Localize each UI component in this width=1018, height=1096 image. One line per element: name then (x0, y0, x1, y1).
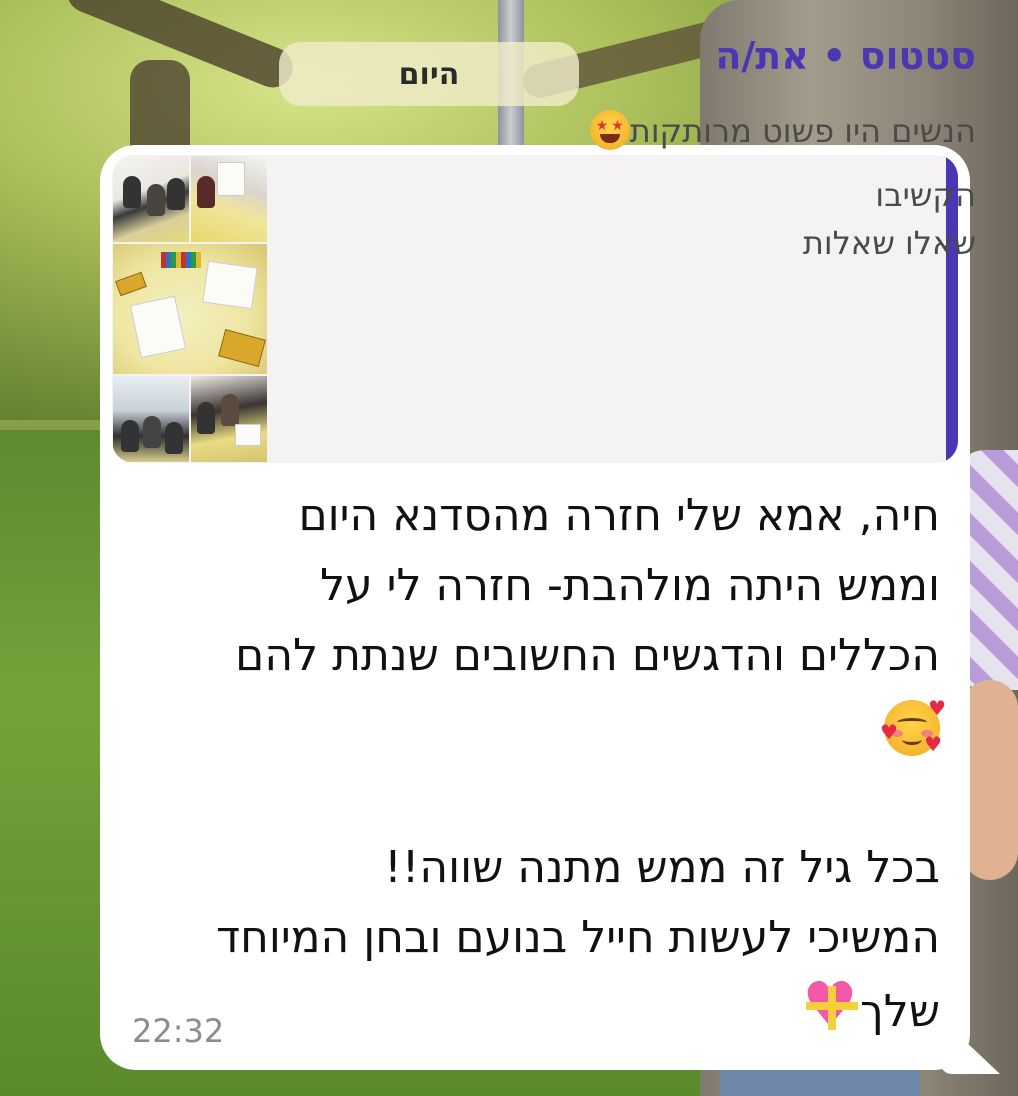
quoted-status-line: הקשיבו (875, 176, 976, 214)
collage-photo (190, 155, 268, 243)
quoted-status-title: סטטוס • את/ה (715, 34, 976, 78)
collage-photo (190, 375, 268, 463)
collage-photo (112, 375, 190, 463)
status-photo-collage[interactable] (112, 155, 268, 463)
message-timestamp: 22:32 (132, 1012, 225, 1050)
message-text-line: בכל גיל זה ממש מתנה שווה!! (384, 842, 940, 893)
message-text-line: חיה, אמא שלי חזרה מהסדנא היום (298, 490, 940, 541)
quoted-status-reply[interactable] (112, 155, 958, 463)
message-emoji-line: ♥ ♥ ♥ (880, 696, 946, 757)
message-text-line: שלך♥ (802, 974, 940, 1038)
message-text-line: המשיכי לעשות חייל בנועם ובחן המיוחד (216, 912, 940, 963)
message-text-line: וממש היתה מולהבת- חזרה לי על (320, 560, 940, 611)
quoted-status-line: שאלו שאלות (802, 224, 976, 262)
message-text-line: הכללים והדגשים החשובים שנתת להם (235, 630, 940, 681)
quoted-status-line: הנשים היו פשוט מרותקות ★ ★ (584, 110, 976, 150)
collage-photo (112, 243, 268, 375)
date-separator: היום (279, 42, 579, 106)
heart-with-ribbon-icon: ♥ (802, 974, 860, 1036)
star-struck-icon: ★ ★ (589, 110, 630, 150)
collage-photo (112, 155, 190, 243)
smiling-face-with-hearts-icon: ♥ ♥ ♥ (880, 696, 946, 756)
